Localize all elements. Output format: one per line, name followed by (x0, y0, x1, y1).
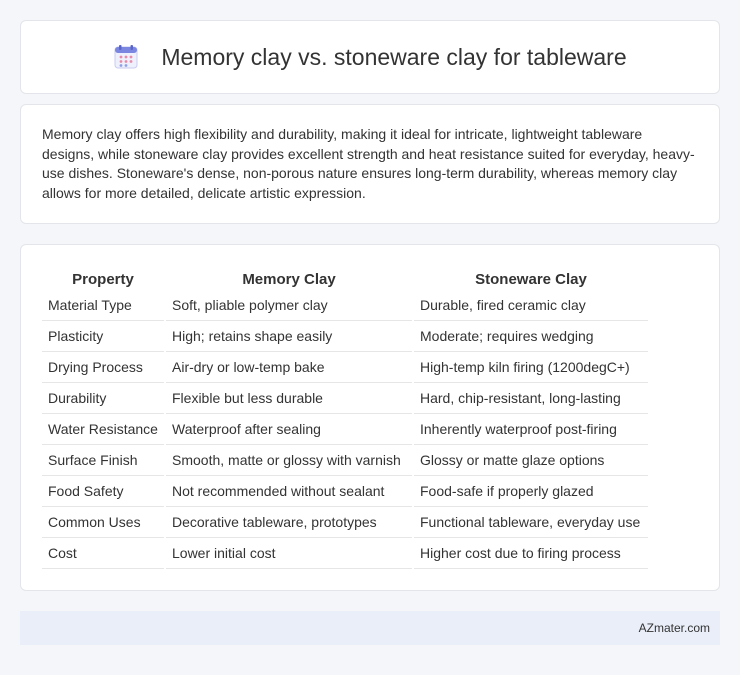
stoneware-clay-cell: Higher cost due to firing process (414, 538, 648, 569)
comparison-table: Property Memory Clay Stoneware Clay Mate… (40, 265, 650, 569)
page-title: Memory clay vs. stoneware clay for table… (161, 43, 627, 70)
property-cell: Food Safety (42, 476, 164, 507)
table-header-row: Property Memory Clay Stoneware Clay (42, 265, 648, 290)
stoneware-clay-cell: Moderate; requires wedging (414, 321, 648, 352)
memory-clay-cell: Air-dry or low-temp bake (166, 352, 412, 383)
column-header-property: Property (72, 270, 134, 288)
property-cell: Material Type (42, 290, 164, 321)
summary-text: Memory clay offers high flexibility and … (42, 126, 695, 201)
property-cell: Drying Process (42, 352, 164, 383)
memory-clay-cell: High; retains shape easily (166, 321, 412, 352)
property-cell: Common Uses (42, 507, 164, 538)
table-row: Common Uses Decorative tableware, prototy… (42, 507, 648, 538)
stoneware-clay-cell: Functional tableware, everyday use (414, 507, 648, 538)
property-cell: Durability (42, 383, 164, 414)
title-card: Memory clay vs. stoneware clay for table… (20, 20, 720, 94)
memory-clay-cell: Decorative tableware, prototypes (166, 507, 412, 538)
stoneware-clay-cell: Inherently waterproof post-firing (414, 414, 648, 445)
stoneware-clay-cell: High-temp kiln firing (1200degC+) (414, 352, 648, 383)
memory-clay-cell: Waterproof after sealing (166, 414, 412, 445)
stoneware-clay-cell: Hard, chip-resistant, long-lasting (414, 383, 648, 414)
column-header-memory-clay: Memory Clay (242, 270, 336, 288)
footer-source: AZmater.com (638, 621, 710, 635)
stoneware-clay-cell: Food-safe if properly glazed (414, 476, 648, 507)
stoneware-clay-cell: Glossy or matte glaze options (414, 445, 648, 476)
table-row: Drying Process Air-dry or low-temp bake Hi… (42, 352, 648, 383)
property-cell: Plasticity (42, 321, 164, 352)
memory-clay-cell: Not recommended without sealant (166, 476, 412, 507)
column-header-stoneware-clay: Stoneware Clay (475, 270, 587, 288)
memory-clay-cell: Soft, pliable polymer clay (166, 290, 412, 321)
property-cell: Surface Finish (42, 445, 164, 476)
table-row: Cost Lower initial cost Higher cost due to… (42, 538, 648, 569)
property-cell: Cost (42, 538, 164, 569)
memory-clay-cell: Lower initial cost (166, 538, 412, 569)
table-row: Plasticity High; retains shape easily Mode… (42, 321, 648, 352)
summary-card: Memory clay offers high flexibility and … (20, 104, 720, 224)
comparison-table-card: Property Memory Clay Stoneware Clay Mate… (20, 244, 720, 591)
table-row: Water Resistance Waterproof after sealing… (42, 414, 648, 445)
table-row: Material Type Soft, pliable polymer clay D… (42, 290, 648, 321)
property-cell: Water Resistance (42, 414, 164, 445)
table-row: Food Safety Not recommended without seala… (42, 476, 648, 507)
stoneware-clay-cell: Durable, fired ceramic clay (414, 290, 648, 321)
memory-clay-cell: Smooth, matte or glossy with varnish (166, 445, 412, 476)
footer: AZmater.com (20, 611, 720, 645)
calendar-icon (114, 45, 138, 69)
table-row: Surface Finish Smooth, matte or glossy wi… (42, 445, 648, 476)
memory-clay-cell: Flexible but less durable (166, 383, 412, 414)
table-row: Durability Flexible but less durable Hard,… (42, 383, 648, 414)
